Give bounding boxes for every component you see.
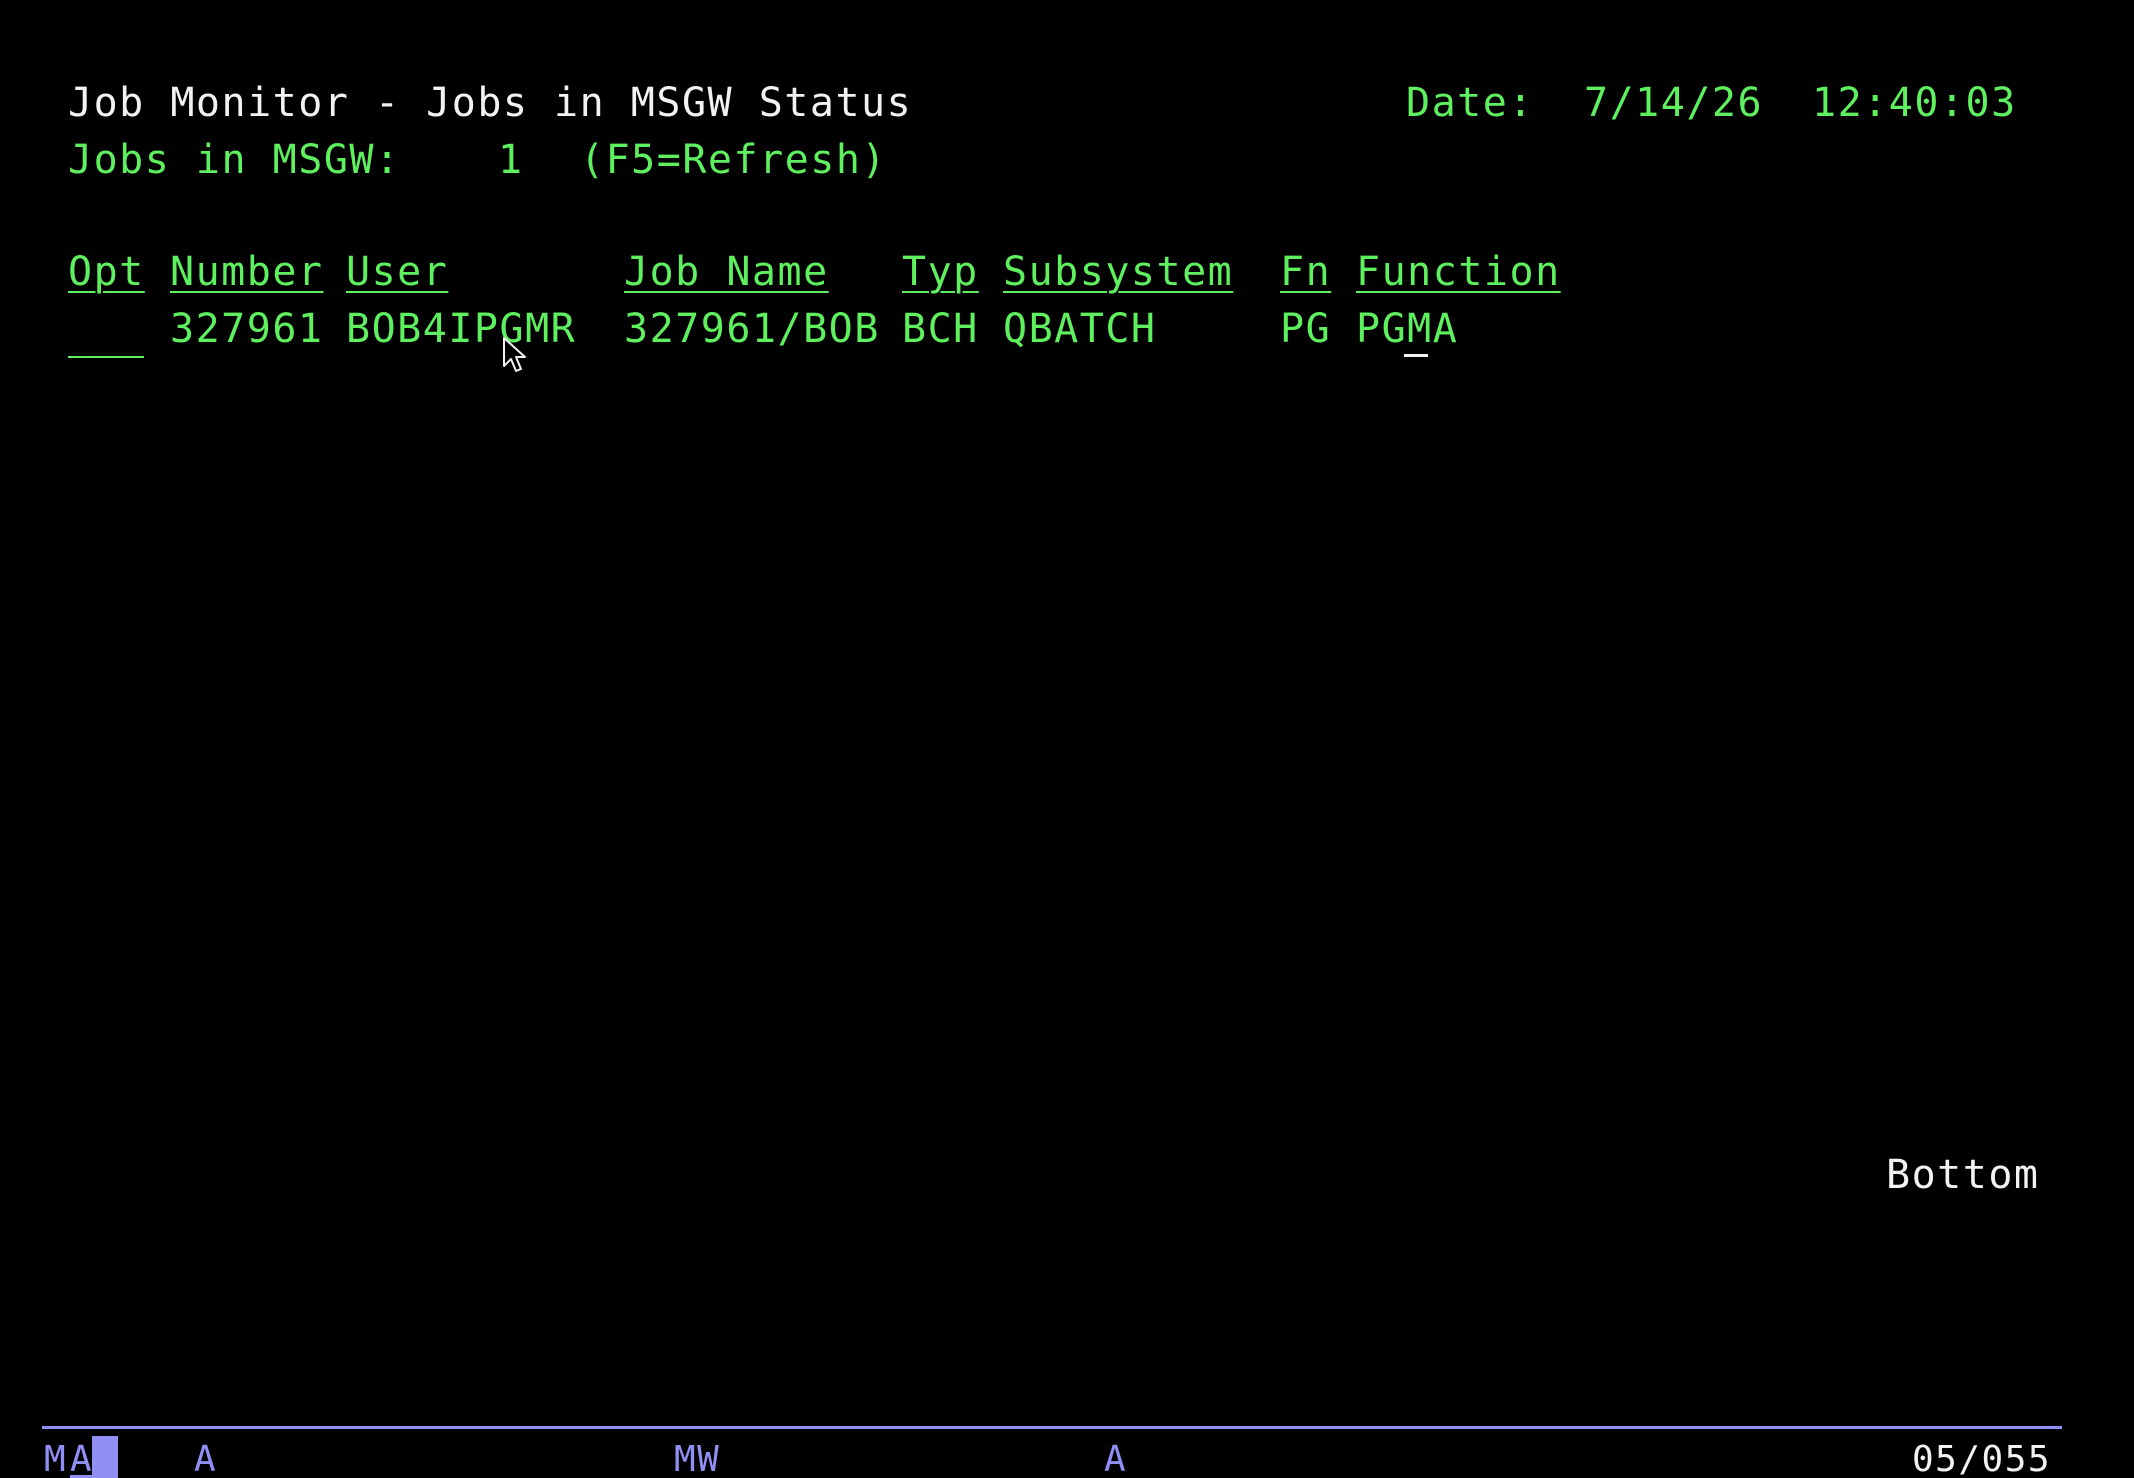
date-value: 7/14/26: [1584, 80, 1764, 126]
job-function: PGMA: [1356, 306, 1459, 352]
terminal-screen: Job Monitor - Jobs in MSGW Status Date: …: [0, 0, 2134, 1478]
status-message-waiting: MW: [674, 1439, 721, 1478]
job-type: BCH: [902, 306, 979, 352]
job-user: BOB4IPGMR: [346, 306, 577, 352]
job-subsystem: QBATCH: [1003, 306, 1157, 352]
status-cursor-block: [92, 1436, 118, 1478]
status-bar-divider: [42, 1426, 2062, 1429]
status-session-a2: A: [1104, 1439, 1128, 1478]
column-header-job-name: Job Name: [624, 249, 829, 295]
column-header-user: User: [346, 249, 449, 295]
column-header-typ: Typ: [902, 249, 979, 295]
job-fn: PG: [1280, 306, 1332, 352]
column-header-number: Number: [170, 249, 324, 295]
status-session-a: A: [194, 1439, 218, 1478]
status-mode-prefix: M: [44, 1439, 68, 1478]
msgw-count-label: Jobs in MSGW:: [68, 137, 401, 183]
refresh-hint[interactable]: (F5=Refresh): [580, 140, 887, 180]
column-header-subsystem: Subsystem: [1003, 249, 1234, 295]
screen-title: Job Monitor - Jobs in MSGW Status: [68, 80, 913, 126]
column-header-opt: Opt: [68, 249, 145, 295]
mouse-pointer-icon: [503, 337, 526, 372]
cursor-position: 05/055: [1912, 1439, 2052, 1478]
msgw-count-value: 1: [498, 137, 524, 183]
job-number: 327961: [170, 306, 324, 352]
date-label: Date:: [1406, 80, 1534, 126]
column-header-function: Function: [1356, 249, 1561, 295]
text-cursor: [1404, 354, 1428, 357]
time-value: 12:40:03: [1812, 80, 2017, 126]
list-position-indicator: Bottom: [1886, 1152, 2040, 1198]
status-mode-indicator: A: [70, 1439, 94, 1478]
column-header-fn: Fn: [1280, 249, 1332, 295]
job-name: 327961/BOB: [624, 306, 880, 352]
option-input[interactable]: [68, 312, 144, 358]
